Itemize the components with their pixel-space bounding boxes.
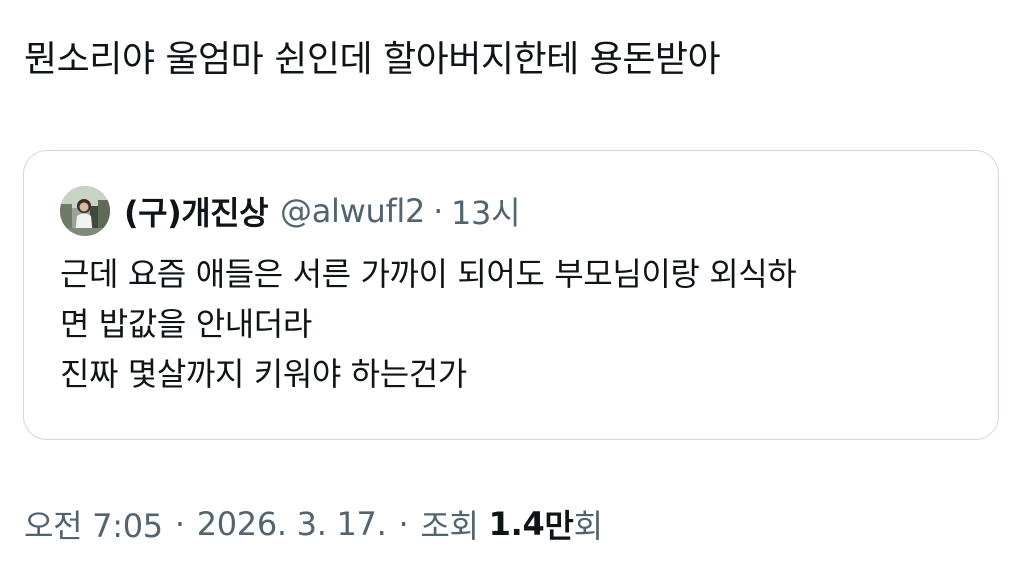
views-count[interactable]: 1.4: [489, 505, 545, 543]
avatar[interactable]: [60, 186, 110, 236]
tweet-time[interactable]: 오전 7:05: [24, 501, 163, 547]
meta-separator: ·: [398, 505, 409, 543]
quoted-timestamp[interactable]: 13시: [451, 188, 521, 234]
avatar-image: [60, 186, 110, 236]
header-separator: ·: [433, 192, 443, 230]
quoted-display-name[interactable]: (구)개진상: [124, 188, 269, 234]
meta-separator: ·: [174, 505, 185, 543]
quoted-handle[interactable]: @alwufl2: [280, 192, 425, 230]
quoted-text-line: 진짜 몇살까지 키워야 하는건가: [60, 355, 467, 393]
quoted-tweet-text: 근데 요즘 애들은 서른 가까이 되어도 부모님이랑 외식하 면 밥값을 안내더…: [60, 249, 797, 399]
quoted-text-line: 근데 요즘 애들은 서른 가까이 되어도 부모님이랑 외식하: [60, 255, 797, 293]
tweet-date[interactable]: 2026. 3. 17.: [197, 505, 387, 543]
views-unit[interactable]: 만: [544, 501, 573, 547]
tweet-meta: 오전 7:05 · 2026. 3. 17. · 조회 1.4 만 회: [24, 500, 603, 548]
views-suffix: 회: [573, 507, 603, 545]
quoted-text-line: 면 밥값을 안내더라: [60, 305, 312, 343]
tweet-text: 뭔소리야 울엄마 쉰인데 할아버지한테 용돈받아: [24, 39, 721, 80]
quoted-tweet-card[interactable]: (구)개진상 @alwufl2 · 13시 근데 요즘 애들은 서른 가까이 되…: [23, 150, 999, 440]
views-label: 조회: [420, 507, 479, 545]
quoted-tweet-header: (구)개진상 @alwufl2 · 13시: [60, 185, 521, 237]
